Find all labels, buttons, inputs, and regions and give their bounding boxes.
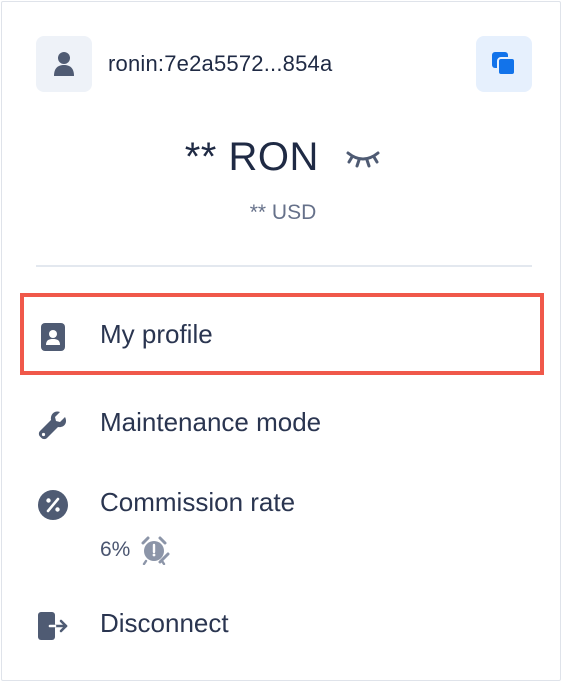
logout-icon	[36, 609, 70, 643]
usd-balance: ** USD	[249, 201, 317, 224]
commission-rate-value: 6%	[100, 538, 131, 561]
menu-item-label: Commission rate	[100, 487, 296, 517]
user-icon	[36, 36, 92, 92]
balance-row: ** RON	[2, 135, 564, 180]
wallet-panel: ronin:7e2a5572...854a ** RON ** USD My p…	[1, 1, 561, 681]
menu-item-label: Disconnect	[100, 608, 229, 638]
menu-item-maintenance-mode[interactable]: Maintenance mode	[36, 403, 532, 443]
menu-item-label: Maintenance mode	[100, 407, 322, 437]
alarm-clock-icon	[140, 535, 170, 566]
commission-rate-value-row: 6%	[100, 535, 170, 566]
id-card-icon	[36, 320, 70, 354]
ron-balance: ** RON	[184, 135, 319, 179]
menu-item-commission-rate[interactable]: Commission rate	[36, 483, 532, 523]
menu-item-my-profile[interactable]: My profile	[36, 315, 532, 355]
eye-closed-icon[interactable]	[345, 147, 381, 169]
wallet-header: ronin:7e2a5572...854a	[36, 36, 532, 92]
copy-icon	[492, 52, 516, 76]
menu-item-label: My profile	[100, 319, 213, 349]
menu-item-disconnect[interactable]: Disconnect	[36, 604, 532, 644]
divider	[36, 265, 532, 267]
wallet-address: ronin:7e2a5572...854a	[108, 51, 333, 76]
copy-address-button[interactable]	[476, 36, 532, 92]
percent-icon	[36, 488, 70, 522]
wrench-icon	[36, 408, 70, 442]
